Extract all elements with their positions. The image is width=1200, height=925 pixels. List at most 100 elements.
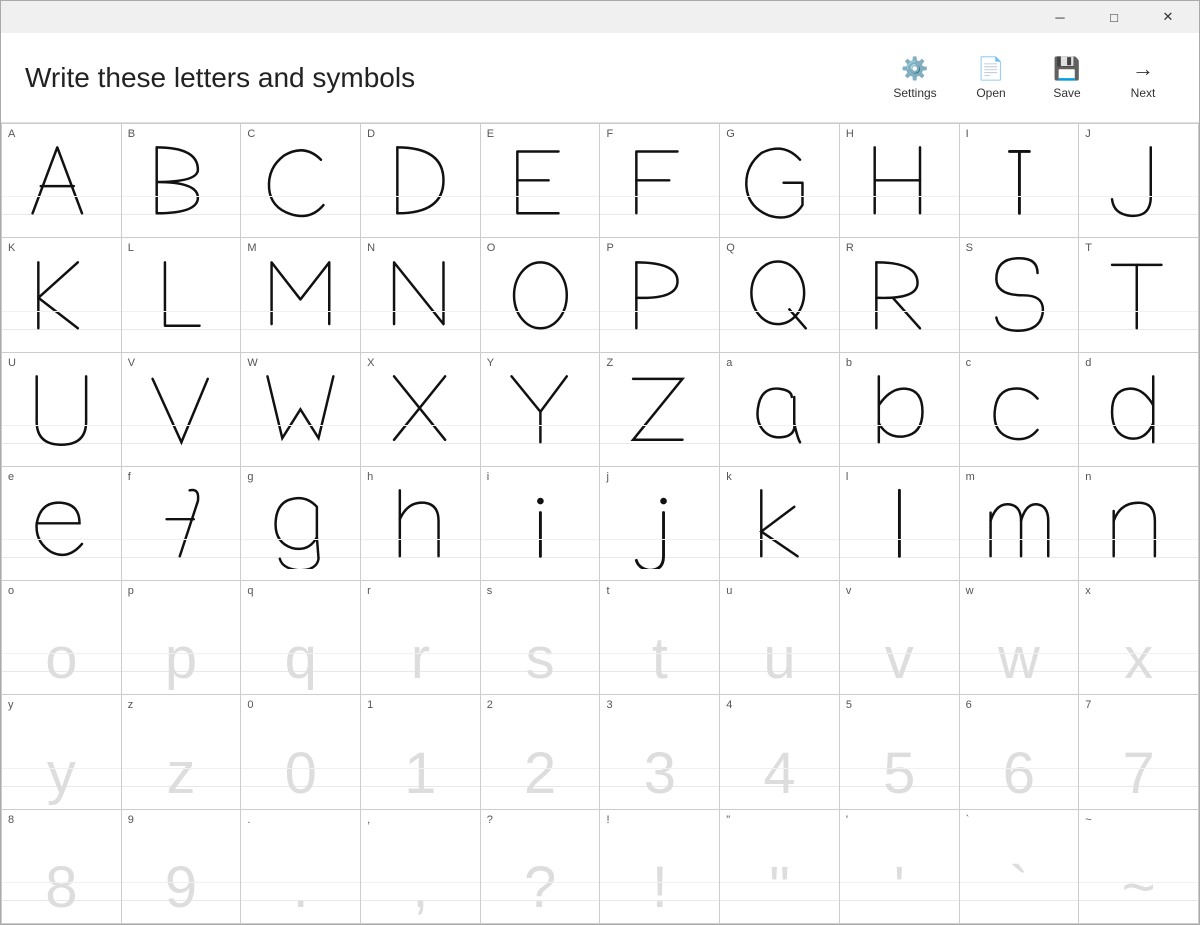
cell-7[interactable]: 77 [1079, 695, 1199, 809]
close-button[interactable]: ✕ [1145, 2, 1191, 32]
cell-v[interactable]: vv [840, 581, 960, 695]
cell-J[interactable]: J [1079, 124, 1199, 238]
cell-0[interactable]: 00 [241, 695, 361, 809]
cell-M[interactable]: M [241, 238, 361, 352]
save-icon: 💾 [1053, 56, 1080, 82]
cell-R[interactable]: R [840, 238, 960, 352]
cell-W[interactable]: W [241, 353, 361, 467]
cell-G[interactable]: G [720, 124, 840, 238]
cell-~[interactable]: ~~ [1079, 810, 1199, 924]
cell-z[interactable]: zz [122, 695, 242, 809]
cell-Z[interactable]: Z [600, 353, 720, 467]
cell-j[interactable]: j [600, 467, 720, 581]
cell-,[interactable]: ,, [361, 810, 481, 924]
cell-d[interactable]: d [1079, 353, 1199, 467]
cell-placeholder-character: u [763, 630, 795, 688]
next-icon: → [1132, 56, 1154, 82]
cell-S[interactable]: S [960, 238, 1080, 352]
cell-"[interactable]: "" [720, 810, 840, 924]
save-button[interactable]: 💾 Save [1035, 46, 1099, 110]
cell-2[interactable]: 22 [481, 695, 601, 809]
cell-N[interactable]: N [361, 238, 481, 352]
cell-5[interactable]: 55 [840, 695, 960, 809]
cell-F[interactable]: F [600, 124, 720, 238]
cell-placeholder-character: o [45, 630, 77, 688]
cell-drawn-character [2, 353, 121, 466]
cell-6[interactable]: 66 [960, 695, 1080, 809]
cell-label: Q [726, 242, 735, 254]
cell-T[interactable]: T [1079, 238, 1199, 352]
cell-e[interactable]: e [2, 467, 122, 581]
cell-i[interactable]: i [481, 467, 601, 581]
cell-r[interactable]: rr [361, 581, 481, 695]
cell-drawn-character [600, 353, 719, 466]
cell-.[interactable]: .. [241, 810, 361, 924]
minimize-button[interactable]: ─ [1037, 2, 1083, 32]
cell-b[interactable]: b [840, 353, 960, 467]
cell-1[interactable]: 11 [361, 695, 481, 809]
cell-label: Y [487, 357, 494, 369]
cell-w[interactable]: ww [960, 581, 1080, 695]
cell-label: y [8, 699, 14, 711]
cell-P[interactable]: P [600, 238, 720, 352]
cell-k[interactable]: k [720, 467, 840, 581]
save-label: Save [1053, 86, 1080, 100]
open-button[interactable]: 📄 Open [959, 46, 1023, 110]
cell-9[interactable]: 99 [122, 810, 242, 924]
cell-s[interactable]: ss [481, 581, 601, 695]
cell-l[interactable]: l [840, 467, 960, 581]
cell-label: ' [846, 814, 848, 826]
cell-V[interactable]: V [122, 353, 242, 467]
cell-![interactable]: !! [600, 810, 720, 924]
cell-drawn-character [2, 467, 121, 580]
maximize-button[interactable]: □ [1091, 2, 1137, 32]
cell-4[interactable]: 44 [720, 695, 840, 809]
cell-label: i [487, 471, 489, 483]
cell-f[interactable]: f [122, 467, 242, 581]
cell-H[interactable]: H [840, 124, 960, 238]
cell-y[interactable]: yy [2, 695, 122, 809]
cell-L[interactable]: L [122, 238, 242, 352]
cell-x[interactable]: xx [1079, 581, 1199, 695]
cell-I[interactable]: I [960, 124, 1080, 238]
cell-C[interactable]: C [241, 124, 361, 238]
cell-p[interactable]: pp [122, 581, 242, 695]
cell-label: o [8, 585, 14, 597]
cell-placeholder-character: v [885, 630, 914, 688]
cell-B[interactable]: B [122, 124, 242, 238]
cell-placeholder-character: 1 [404, 745, 436, 803]
cell-o[interactable]: oo [2, 581, 122, 695]
cell-K[interactable]: K [2, 238, 122, 352]
next-button[interactable]: → Next [1111, 46, 1175, 110]
cell-drawn-character [600, 124, 719, 237]
cell-c[interactable]: c [960, 353, 1080, 467]
cell-u[interactable]: uu [720, 581, 840, 695]
cell-label: 3 [606, 699, 612, 711]
cell-label: L [128, 242, 134, 254]
cell-label: 2 [487, 699, 493, 711]
cell-8[interactable]: 88 [2, 810, 122, 924]
cell-X[interactable]: X [361, 353, 481, 467]
cell-?[interactable]: ?? [481, 810, 601, 924]
cell-Q[interactable]: Q [720, 238, 840, 352]
cell-Y[interactable]: Y [481, 353, 601, 467]
cell-n[interactable]: n [1079, 467, 1199, 581]
cell-E[interactable]: E [481, 124, 601, 238]
cell-a[interactable]: a [720, 353, 840, 467]
cell-`[interactable]: `` [960, 810, 1080, 924]
cell-t[interactable]: tt [600, 581, 720, 695]
cell-m[interactable]: m [960, 467, 1080, 581]
cell-drawn-character [2, 124, 121, 237]
cell-3[interactable]: 33 [600, 695, 720, 809]
cell-q[interactable]: qq [241, 581, 361, 695]
cell-O[interactable]: O [481, 238, 601, 352]
cell-g[interactable]: g [241, 467, 361, 581]
cell-label: H [846, 128, 854, 140]
cell-'[interactable]: '' [840, 810, 960, 924]
cell-U[interactable]: U [2, 353, 122, 467]
cell-A[interactable]: A [2, 124, 122, 238]
settings-button[interactable]: ⚙️ Settings [883, 46, 947, 110]
cell-label: , [367, 814, 370, 826]
cell-h[interactable]: h [361, 467, 481, 581]
cell-D[interactable]: D [361, 124, 481, 238]
